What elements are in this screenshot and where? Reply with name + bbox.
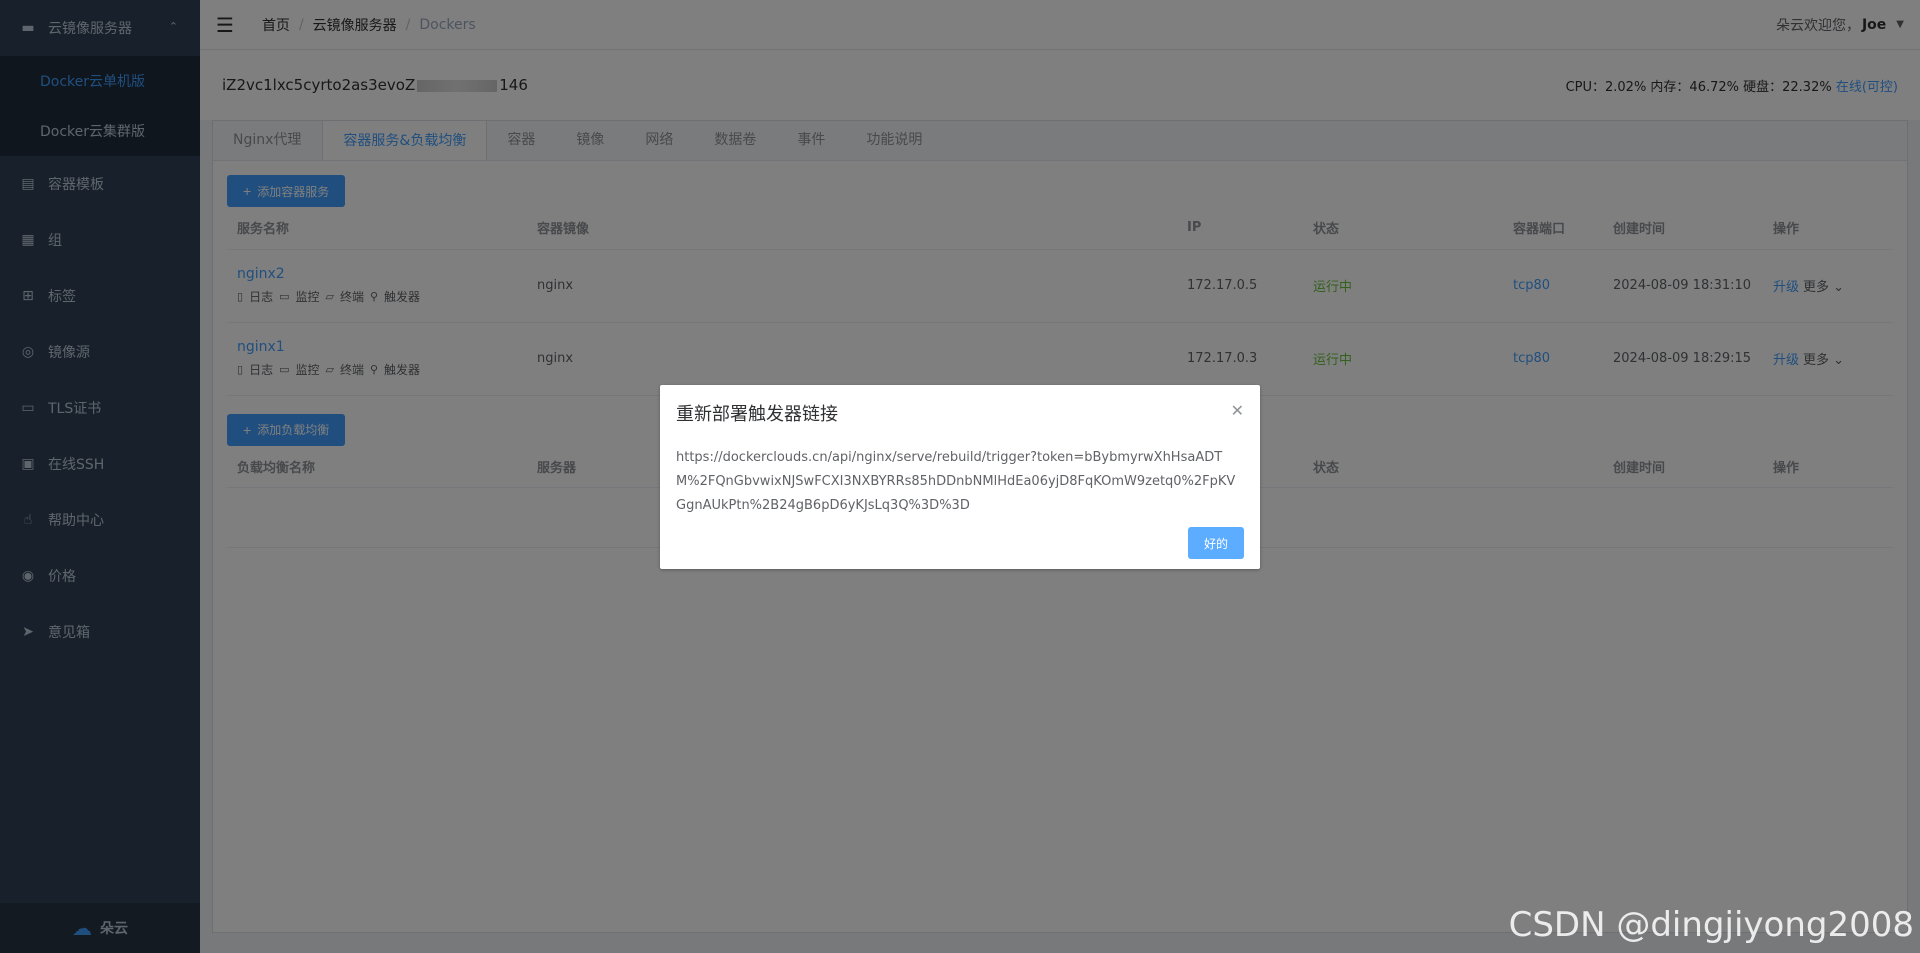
ok-button[interactable]: 好的 bbox=[1188, 527, 1244, 559]
dialog-header: 重新部署触发器链接 ✕ bbox=[660, 385, 1260, 436]
trigger-link-dialog: 重新部署触发器链接 ✕ https://dockerclouds.cn/api/… bbox=[660, 385, 1260, 569]
close-icon[interactable]: ✕ bbox=[1231, 401, 1244, 420]
trigger-url: https://dockerclouds.cn/api/nginx/serve/… bbox=[676, 450, 1236, 513]
watermark: CSDN @dingjiyong2008 bbox=[1508, 905, 1914, 945]
dialog-title: 重新部署触发器链接 bbox=[676, 404, 838, 425]
dialog-footer: 好的 bbox=[1188, 527, 1244, 559]
